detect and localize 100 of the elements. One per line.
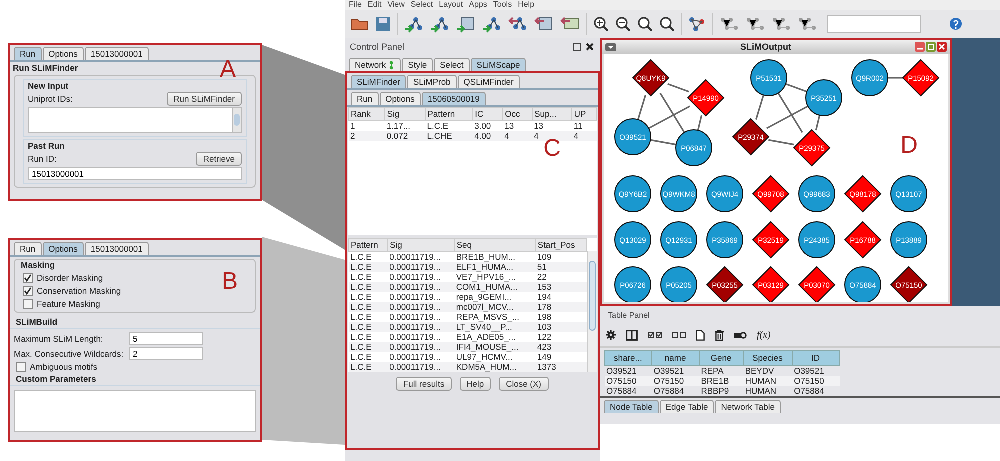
tab[interactable]: 15013000001 xyxy=(84,242,149,255)
tab[interactable]: QSLiMFinder xyxy=(458,75,520,88)
column-header[interactable]: IC xyxy=(472,108,503,120)
network-arrow-icon[interactable] xyxy=(404,15,424,33)
key-icon[interactable] xyxy=(734,332,747,338)
motif-node[interactable] xyxy=(632,59,670,97)
motif-node[interactable] xyxy=(844,221,882,259)
column-header[interactable]: Gene xyxy=(699,350,744,366)
menu-item[interactable]: View xyxy=(388,0,405,10)
column-header[interactable]: Pattern xyxy=(348,238,388,252)
checkbox[interactable] xyxy=(23,273,33,283)
number-field[interactable]: 2 xyxy=(129,347,203,360)
protein-node[interactable] xyxy=(852,60,888,96)
protein-node[interactable] xyxy=(798,222,836,258)
protein-node[interactable] xyxy=(660,266,698,302)
network-icon[interactable] xyxy=(797,16,817,32)
column-header[interactable]: Sig xyxy=(388,238,454,252)
tab[interactable]: Options xyxy=(42,242,84,255)
menu-item[interactable]: File xyxy=(349,0,362,10)
folder-icon[interactable] xyxy=(351,17,369,31)
protein-node[interactable] xyxy=(750,60,788,96)
motif-node[interactable] xyxy=(844,175,882,213)
tab[interactable]: Network Table xyxy=(715,400,781,413)
scrollbar[interactable] xyxy=(587,251,597,372)
tab[interactable]: Network xyxy=(349,58,402,71)
maximize-icon[interactable] xyxy=(926,42,936,52)
run-id-field[interactable]: 15013000001 xyxy=(28,167,242,180)
network-icon[interactable] xyxy=(719,16,739,32)
protein-node[interactable] xyxy=(614,176,652,212)
settings-icon[interactable] xyxy=(606,330,616,340)
column-header[interactable]: Pattern xyxy=(425,108,473,120)
tab[interactable]: Options xyxy=(380,92,421,105)
menu-item[interactable]: Edit xyxy=(368,0,382,10)
empty-boxes-icon[interactable] xyxy=(672,332,686,338)
close-icon[interactable] xyxy=(586,43,594,51)
protein-node[interactable] xyxy=(676,130,712,166)
protein-node[interactable] xyxy=(844,266,882,302)
protein-node[interactable] xyxy=(706,176,744,212)
protein-node[interactable] xyxy=(706,222,744,258)
protein-node[interactable] xyxy=(660,176,698,212)
protein-node[interactable] xyxy=(798,176,836,212)
uniprot-ids-field[interactable] xyxy=(28,107,242,133)
retrieve-button[interactable]: Retrieve xyxy=(196,152,242,166)
column-header[interactable]: share... xyxy=(604,350,652,366)
column-header[interactable]: Sig xyxy=(384,108,426,120)
tab[interactable]: Style xyxy=(402,58,434,71)
column-header[interactable]: ID xyxy=(792,350,840,366)
protein-node[interactable] xyxy=(614,118,652,156)
tab[interactable]: 15060500019 xyxy=(422,92,486,105)
table-arrow-icon[interactable] xyxy=(456,15,476,33)
tab[interactable]: SLiMFinder xyxy=(351,75,406,88)
network-icon[interactable] xyxy=(745,16,765,32)
column-header[interactable]: UP xyxy=(572,108,596,120)
menu-item[interactable]: Tools xyxy=(493,0,512,10)
zoom-fit-icon[interactable] xyxy=(637,16,653,32)
network-arrow-icon[interactable] xyxy=(508,15,528,33)
protein-node[interactable] xyxy=(890,176,928,212)
zoom-in-icon[interactable] xyxy=(593,16,609,32)
protein-node[interactable] xyxy=(660,222,698,258)
action-button[interactable]: Full results xyxy=(396,377,452,391)
zoom-out-icon[interactable] xyxy=(615,16,631,32)
columns-icon[interactable] xyxy=(626,330,638,340)
column-header[interactable]: name xyxy=(652,350,700,366)
menu-item[interactable]: Select xyxy=(410,0,434,10)
tab[interactable]: Select xyxy=(434,58,470,71)
tab[interactable]: Node Table xyxy=(604,400,659,413)
minimize-icon[interactable] xyxy=(915,42,925,52)
checked-boxes-icon[interactable] xyxy=(648,332,662,338)
tab[interactable]: SLiMScape xyxy=(470,58,526,71)
run-button[interactable]: Run SLiMFinder xyxy=(166,92,242,106)
save-icon[interactable] xyxy=(375,16,391,32)
checkbox[interactable] xyxy=(16,362,26,372)
custom-parameters-field[interactable] xyxy=(14,390,256,432)
network-arrow-icon[interactable] xyxy=(430,15,450,33)
motif-node[interactable] xyxy=(752,266,790,302)
action-button[interactable]: Help xyxy=(460,377,492,391)
action-button[interactable]: Close (X) xyxy=(499,377,548,391)
checkbox[interactable] xyxy=(23,286,33,296)
motif-node[interactable] xyxy=(752,175,790,213)
menu-item[interactable]: Layout xyxy=(439,0,464,10)
tab[interactable]: SLiMProb xyxy=(407,75,457,88)
table-arrow-icon[interactable] xyxy=(534,15,554,33)
motif-node[interactable] xyxy=(798,266,836,302)
network-layout-icon[interactable] xyxy=(688,16,706,32)
column-header[interactable]: Species xyxy=(743,350,792,366)
tab[interactable]: 15013000001 xyxy=(84,47,149,60)
scrollbar[interactable] xyxy=(232,108,241,132)
protein-node[interactable] xyxy=(614,266,652,302)
tab[interactable]: Options xyxy=(42,47,84,60)
help-icon[interactable] xyxy=(949,17,963,31)
checkbox[interactable] xyxy=(23,299,33,309)
number-field[interactable]: 5 xyxy=(129,332,203,345)
protein-node[interactable] xyxy=(614,222,652,258)
column-header[interactable]: Start_Pos xyxy=(535,238,586,252)
zoom-selected-icon[interactable] xyxy=(659,16,675,32)
motif-node[interactable] xyxy=(890,266,928,302)
trash-icon[interactable] xyxy=(715,330,724,340)
motif-node[interactable] xyxy=(732,118,770,156)
network-arrow-icon[interactable] xyxy=(482,15,502,33)
network-icon[interactable] xyxy=(771,16,791,32)
